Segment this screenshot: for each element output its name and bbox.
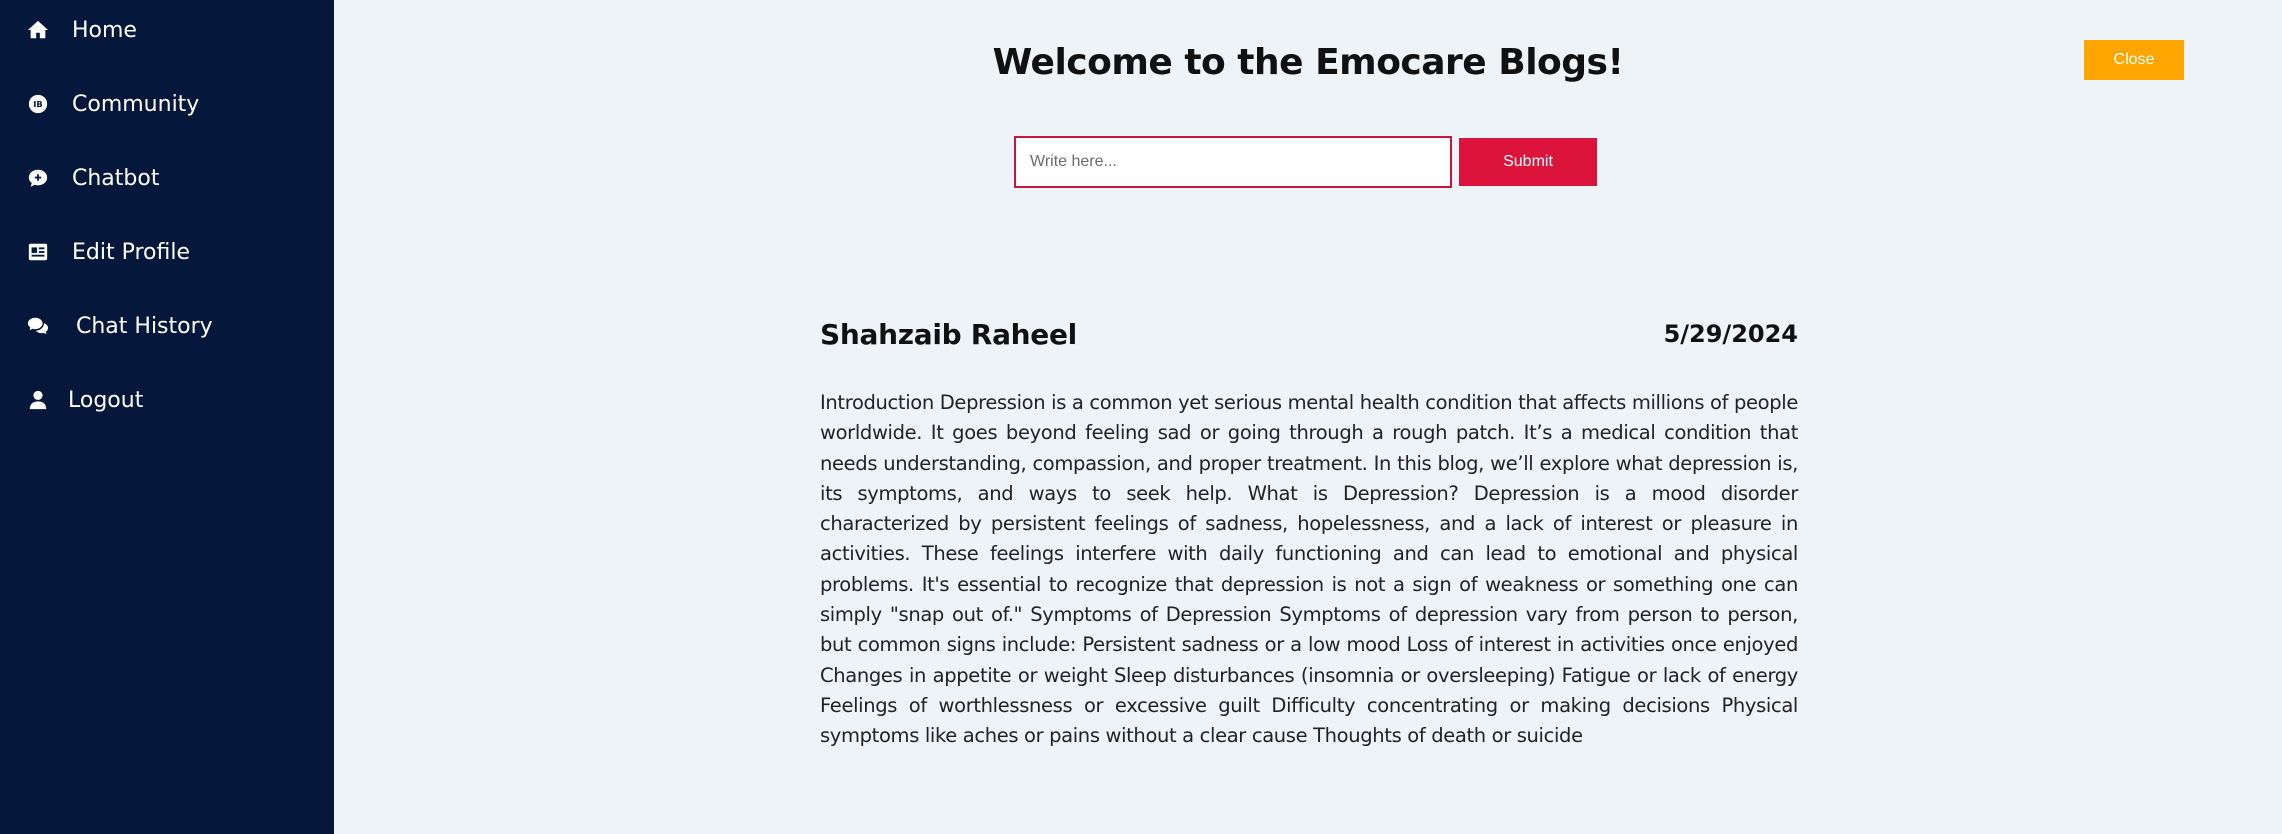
sidebar-item-label: Chat History xyxy=(76,313,213,339)
sidebar-item-community[interactable]: IB Community xyxy=(26,84,199,124)
post-body: Introduction Depression is a common yet … xyxy=(820,391,1798,748)
user-icon xyxy=(26,388,50,412)
post-header: Shahzaib Raheel 5/29/2024 xyxy=(820,312,1798,356)
sidebar-item-home[interactable]: Home xyxy=(26,10,137,50)
chat-history-icon xyxy=(26,314,50,338)
close-button[interactable]: Close xyxy=(2084,40,2184,80)
post-author: Shahzaib Raheel xyxy=(820,317,1077,351)
sidebar-item-label: Home xyxy=(72,17,137,43)
submit-button[interactable]: Submit xyxy=(1459,138,1597,186)
sidebar-item-chatbot[interactable]: Chatbot xyxy=(26,158,159,198)
community-icon: IB xyxy=(26,92,50,116)
blog-input[interactable] xyxy=(1014,136,1452,188)
sidebar-item-label: Community xyxy=(72,91,200,117)
home-icon xyxy=(26,18,50,42)
page-title: Welcome to the Emocare Blogs! xyxy=(992,42,1624,83)
sidebar-item-label: Edit Profile xyxy=(72,239,191,265)
sidebar-item-edit-profile[interactable]: Edit Profile xyxy=(26,232,190,272)
sidebar-item-chat-history[interactable]: Chat History xyxy=(26,306,213,346)
chatbot-icon xyxy=(26,166,50,190)
sidebar: Home IB Community Chatbot Edit Profile C… xyxy=(0,0,334,834)
post-date: 5/29/2024 xyxy=(1663,320,1798,348)
svg-text:IB: IB xyxy=(33,99,42,109)
edit-profile-icon xyxy=(26,240,50,264)
main-content: Welcome to the Emocare Blogs! Close Subm… xyxy=(334,0,2282,834)
sidebar-item-label: Logout xyxy=(68,387,144,413)
sidebar-item-label: Chatbot xyxy=(72,165,160,191)
sidebar-item-logout[interactable]: Logout xyxy=(26,380,143,420)
blog-post: Shahzaib Raheel 5/29/2024 Introduction D… xyxy=(820,312,1798,752)
